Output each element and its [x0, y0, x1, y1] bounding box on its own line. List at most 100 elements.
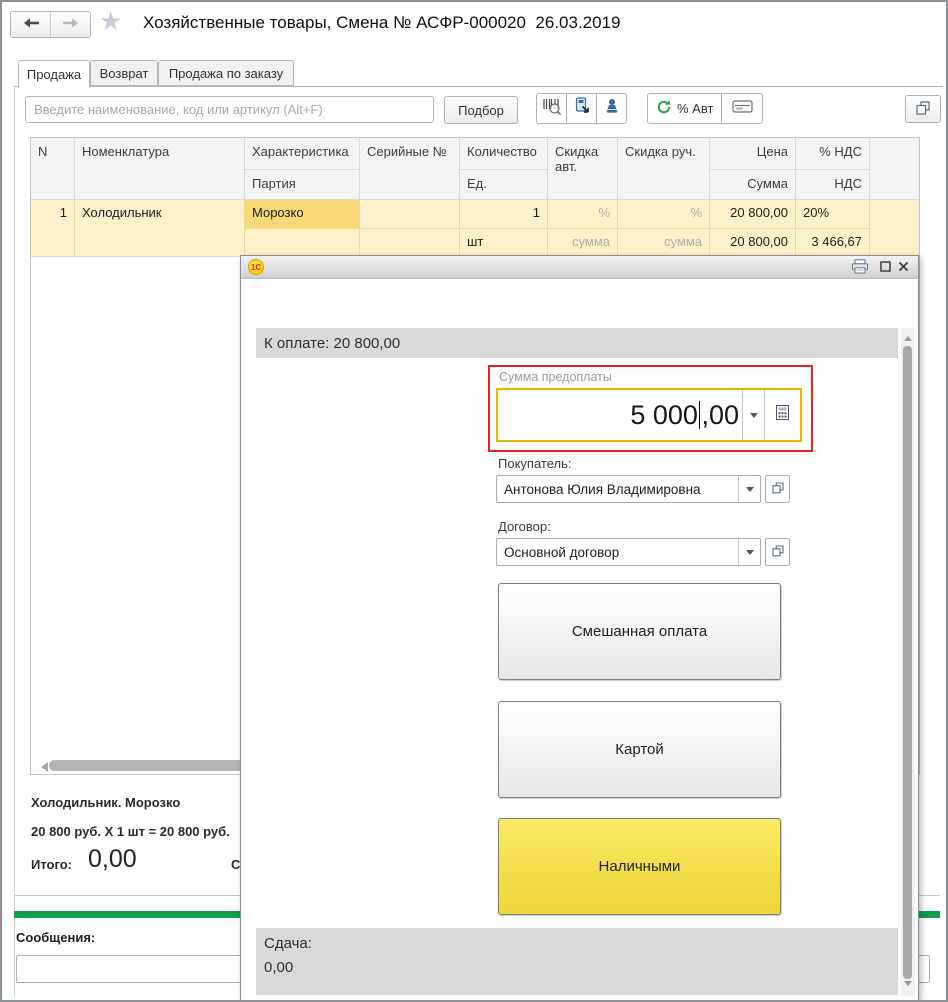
cash-payment-button[interactable]: Наличными [498, 818, 781, 915]
close-icon [898, 260, 909, 275]
cell-price[interactable]: 20 800,00 [710, 200, 796, 228]
favorite-star-icon[interactable]: ★ [99, 6, 122, 37]
prepayment-dropdown-button[interactable] [742, 390, 764, 440]
auto-discount-button[interactable]: % Авт [647, 93, 723, 124]
scroll-down-arrow[interactable] [904, 981, 912, 990]
col-header-serial: Серийные № [360, 138, 460, 199]
buyer-value: Антонова Юлия Владимировна [504, 481, 701, 497]
cell-serial[interactable] [360, 200, 460, 228]
cell-sum[interactable]: 20 800,00 [710, 228, 796, 256]
tabbar-divider [14, 86, 943, 87]
back-button[interactable] [11, 12, 50, 37]
print-button[interactable] [849, 258, 871, 277]
vscroll-thumb[interactable] [903, 346, 912, 979]
buyer-label: Покупатель: [498, 456, 572, 471]
dialog-titlebar[interactable]: 1С [241, 256, 918, 279]
total-label: Итого: [31, 857, 72, 872]
chevron-down-icon [745, 549, 754, 559]
chevron-down-icon [749, 412, 758, 422]
prepayment-input[interactable]: 5 000,00 [496, 388, 802, 442]
cell-vat-percent[interactable]: 20% [796, 200, 870, 228]
refresh-icon [656, 99, 672, 118]
discount-toolbar: % Авт [647, 93, 764, 124]
to-pay-band: К оплате: 20 800,00 [256, 328, 898, 358]
cell-discount-auto-sum[interactable]: сумма [548, 228, 618, 256]
cell-nomenclature[interactable]: Холодильник [75, 200, 245, 256]
popout-icon [916, 100, 930, 118]
cell-unit[interactable]: шт [460, 228, 548, 256]
col-header-vat: НДС [796, 169, 870, 199]
selected-product-calc: 20 800 руб. Х 1 шт = 20 800 руб. [31, 824, 230, 839]
card-payment-button[interactable]: Картой [498, 701, 781, 798]
table-row[interactable]: 1 Холодильник Морозко 1 шт % сумма % сум… [31, 200, 919, 257]
buyer-combobox[interactable]: Антонова Юлия Владимировна [496, 475, 761, 503]
card-reader-icon [732, 99, 753, 119]
open-in-window-button[interactable] [905, 95, 941, 123]
calculator-button[interactable] [764, 390, 800, 440]
chevron-down-icon [745, 486, 754, 496]
cell-vat[interactable]: 3 466,67 [796, 228, 870, 256]
popout-icon [771, 544, 784, 560]
contract-combobox[interactable]: Основной договор [496, 538, 761, 566]
change-value: 0,00 [264, 959, 294, 976]
total-value: 0,00 [88, 845, 137, 873]
search-input[interactable] [25, 96, 434, 123]
barcode-scan-button[interactable] [536, 93, 567, 124]
col-header-vat-percent: % НДС [796, 138, 870, 169]
prepayment-value: 5 000,00 [630, 399, 739, 430]
col-header-quantity: Количество [460, 138, 548, 169]
hscroll-left-arrow[interactable] [36, 762, 48, 772]
col-header-sum: Сумма [710, 169, 796, 199]
tab-sale[interactable]: Продажа [18, 60, 90, 88]
scroll-up-arrow[interactable] [904, 332, 912, 341]
close-button[interactable] [895, 259, 911, 276]
terminal-icon [573, 97, 591, 120]
forward-button[interactable] [50, 12, 90, 37]
selected-product-name: Холодильник. Морозко [31, 795, 181, 810]
col-header-nomenclature: Номенклатура [75, 138, 245, 199]
scale-icon [604, 98, 620, 119]
buyer-open-button[interactable] [765, 475, 790, 503]
cell-discount-manual-percent[interactable]: % [618, 200, 710, 228]
printer-icon [851, 258, 869, 277]
to-pay-text: К оплате: 20 800,00 [264, 334, 401, 352]
cell-n[interactable]: 1 [31, 200, 75, 256]
tab-return[interactable]: Возврат [90, 60, 158, 86]
messages-label: Сообщения: [16, 930, 96, 945]
cell-serial-2[interactable] [360, 228, 460, 256]
text-caret [698, 401, 701, 429]
payment-dialog: 1С К оплате: 20 800,00 Сумма предоплаты … [240, 255, 919, 1002]
dialog-vscrollbar[interactable] [901, 328, 915, 996]
cell-quantity[interactable]: 1 [460, 200, 548, 228]
cell-discount-auto-percent[interactable]: % [548, 200, 618, 228]
change-label: Сдача: [264, 935, 312, 952]
arrow-right-icon [61, 17, 81, 32]
panel-left-border [14, 86, 15, 998]
cell-batch[interactable] [245, 228, 360, 256]
cell-characteristic-current[interactable]: Морозко [245, 200, 360, 228]
prepayment-label: Сумма предоплаты [499, 370, 612, 384]
scale-button[interactable] [596, 93, 627, 124]
mixed-payment-button[interactable]: Смешанная оплата [498, 583, 781, 680]
contract-label: Договор: [498, 519, 551, 534]
cell-discount-manual-sum[interactable]: сумма [618, 228, 710, 256]
maximize-button[interactable] [877, 259, 893, 276]
table-header: N Номенклатура Характеристика Партия Сер… [31, 138, 919, 200]
pick-button[interactable]: Подбор [444, 96, 518, 124]
tab-sale-by-order[interactable]: Продажа по заказу [158, 60, 294, 86]
app-window: ★ Хозяйственные товары, Смена № АСФР-000… [0, 0, 948, 1002]
buyer-dropdown-button[interactable] [738, 476, 760, 502]
contract-open-button[interactable] [765, 538, 790, 566]
arrow-left-icon [21, 17, 41, 32]
col-header-discount-manual: Скидка руч. [618, 138, 710, 199]
contract-value: Основной договор [504, 544, 620, 560]
payment-terminal-button[interactable] [566, 93, 597, 124]
change-band: Сдача: 0,00 [256, 928, 898, 995]
cell-extra[interactable] [870, 200, 919, 256]
card-reader-button[interactable] [721, 93, 764, 124]
maximize-icon [879, 260, 891, 275]
contract-dropdown-button[interactable] [738, 539, 760, 565]
device-toolbar [536, 93, 627, 124]
auto-discount-label: % Авт [677, 101, 714, 116]
col-header-characteristic: Характеристика [245, 138, 360, 169]
